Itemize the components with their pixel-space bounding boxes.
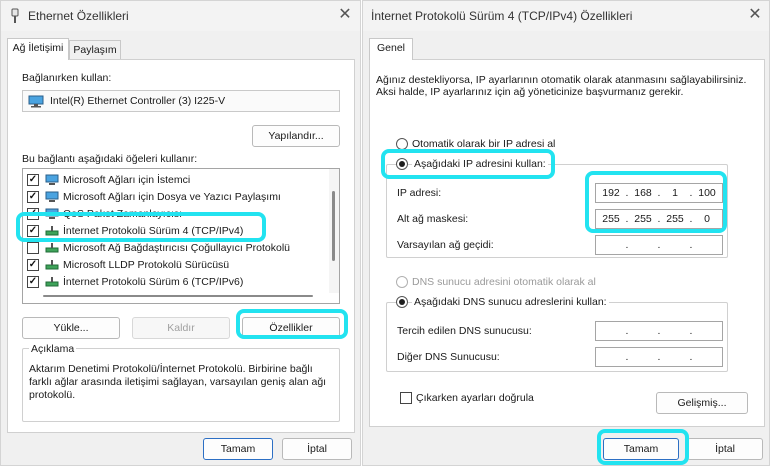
adapter-name: Intel(R) Ethernet Controller (3) I225-V <box>50 95 226 107</box>
ip-address-field[interactable]: 192 . 168 . 1 . 100 <box>595 183 723 203</box>
advanced-button[interactable]: Gelişmiş... <box>656 392 748 414</box>
gateway-field[interactable]: ... <box>595 235 723 255</box>
title-bar: Ethernet Özellikleri ✕ <box>1 1 360 31</box>
vertical-scrollbar[interactable] <box>329 169 339 293</box>
ip-octet[interactable]: 192 <box>600 187 622 199</box>
connect-using-label: Bağlanırken kullan: <box>22 72 112 84</box>
tab-panel: Bağlanırken kullan: Intel(R) Ethernet Co… <box>7 59 355 433</box>
manual-dns-label[interactable]: Aşağıdaki DNS sunucu adreslerini kullan: <box>412 296 609 308</box>
checkbox[interactable]: ✓ <box>27 208 39 220</box>
dns-settings-group: Tercih edilen DNS sunucusu: Diğer DNS Su… <box>386 302 728 372</box>
ip-octet[interactable]: 168 <box>632 187 654 199</box>
preferred-dns-label: Tercih edilen DNS sunucusu: <box>397 325 532 337</box>
list-item-label: Microsoft Ağları için Dosya ve Yazıcı Pa… <box>63 191 281 203</box>
close-icon[interactable]: ✕ <box>745 5 765 25</box>
items-label: Bu bağlantı aşağıdaki öğeleri kullanır: <box>22 153 198 165</box>
title-bar: İnternet Protokolü Sürüm 4 (TCP/IPv4) Öz… <box>363 1 769 31</box>
list-item-label: Microsoft Ağları için İstemci <box>63 174 191 186</box>
auto-ip-radio[interactable] <box>396 138 408 150</box>
ipv4-properties-window: İnternet Protokolü Sürüm 4 (TCP/IPv4) Öz… <box>362 0 770 466</box>
ip-octet[interactable]: 255 <box>632 213 654 225</box>
alternate-dns-label: Diğer DNS Sunucusu: <box>397 351 500 363</box>
subnet-mask-field[interactable]: 255 . 255 . 255 . 0 <box>595 209 723 229</box>
protocol-icon <box>45 277 59 287</box>
close-icon[interactable]: ✕ <box>335 5 355 25</box>
checkbox[interactable]: ✓ <box>27 276 39 288</box>
manual-dns-radio[interactable] <box>396 296 408 308</box>
properties-button[interactable]: Özellikler <box>242 317 340 339</box>
protocol-icon <box>45 243 59 253</box>
manual-ip-radio[interactable] <box>396 158 408 170</box>
tab-panel: Ağınız destekliyorsa, IP ayarlarının oto… <box>369 59 765 427</box>
ip-octet[interactable]: 100 <box>696 187 718 199</box>
tab-sharing[interactable]: Paylaşım <box>69 40 121 60</box>
description-text: Aktarım Denetimi Protokolü/İnternet Prot… <box>29 363 327 401</box>
tab-networking[interactable]: Ağ İletişimi <box>7 38 69 60</box>
checkbox[interactable] <box>27 242 39 254</box>
network-service-icon <box>45 191 59 202</box>
auto-dns-radio <box>396 276 408 288</box>
components-list[interactable]: ✓ Microsoft Ağları için İstemci ✓ Micros… <box>22 168 340 304</box>
ok-button[interactable]: Tamam <box>603 438 679 460</box>
horizontal-scrollbar[interactable] <box>43 295 313 297</box>
manual-ip-label[interactable]: Aşağıdaki IP adresini kullan: <box>412 158 548 170</box>
auto-ip-label[interactable]: Otomatik olarak bir IP adresi al <box>412 138 555 150</box>
uninstall-button: Kaldır <box>132 317 230 339</box>
ip-settings-group: IP adresi: Alt ağ maskesi: Varsayılan ağ… <box>386 164 728 258</box>
checkbox[interactable]: ✓ <box>27 259 39 271</box>
ip-octet[interactable]: 0 <box>696 213 718 225</box>
list-item-label: İnternet Protokolü Sürüm 4 (TCP/IPv4) <box>63 225 244 237</box>
protocol-icon <box>45 260 59 270</box>
cancel-button[interactable]: İptal <box>282 438 352 460</box>
validate-label[interactable]: Çıkarken ayarları doğrula <box>416 392 534 404</box>
description-title: Açıklama <box>29 343 77 355</box>
gateway-label: Varsayılan ağ geçidi: <box>397 239 494 251</box>
checkbox[interactable]: ✓ <box>27 191 39 203</box>
tab-general[interactable]: Genel <box>369 38 413 60</box>
network-client-icon <box>45 174 59 185</box>
network-service-icon <box>45 208 59 219</box>
ip-octet[interactable]: 1 <box>664 187 686 199</box>
scrollbar-thumb[interactable] <box>332 191 335 261</box>
window-title: Ethernet Özellikleri <box>28 9 129 23</box>
checkbox[interactable]: ✓ <box>27 225 39 237</box>
subnet-label: Alt ağ maskesi: <box>397 213 469 225</box>
ok-button[interactable]: Tamam <box>203 438 273 460</box>
adapter-box: Intel(R) Ethernet Controller (3) I225-V <box>22 90 340 112</box>
protocol-icon <box>45 226 59 236</box>
description-group: Açıklama Aktarım Denetimi Protokolü/İnte… <box>22 343 340 422</box>
preferred-dns-field[interactable]: ... <box>595 321 723 341</box>
ethernet-properties-window: Ethernet Özellikleri ✕ Ağ İletişimi Payl… <box>0 0 361 466</box>
alternate-dns-field[interactable]: ... <box>595 347 723 367</box>
auto-dns-label: DNS sunucu adresini otomatik olarak al <box>412 276 596 288</box>
validate-checkbox[interactable] <box>400 392 412 404</box>
install-button[interactable]: Yükle... <box>22 317 120 339</box>
ip-address-label: IP adresi: <box>397 187 442 199</box>
list-item-label: Microsoft Ağ Bağdaştırıcısı Çoğullayıcı … <box>63 242 291 254</box>
list-item-label: Microsoft LLDP Protokolü Sürücüsü <box>63 259 230 271</box>
checkbox[interactable]: ✓ <box>27 174 39 186</box>
list-item-label: QoS Paket Zamanlayıcısı <box>63 208 183 220</box>
ip-octet[interactable]: 255 <box>664 213 686 225</box>
configure-button[interactable]: Yapılandır... <box>252 125 340 147</box>
ip-octet[interactable]: 255 <box>600 213 622 225</box>
network-adapter-icon <box>28 95 44 108</box>
network-cable-icon <box>11 8 19 23</box>
intro-text: Ağınız destekliyorsa, IP ayarlarının oto… <box>376 74 747 98</box>
window-title: İnternet Protokolü Sürüm 4 (TCP/IPv4) Öz… <box>371 9 633 23</box>
cancel-button[interactable]: İptal <box>687 438 763 460</box>
list-item-label: İnternet Protokolü Sürüm 6 (TCP/IPv6) <box>63 276 244 288</box>
